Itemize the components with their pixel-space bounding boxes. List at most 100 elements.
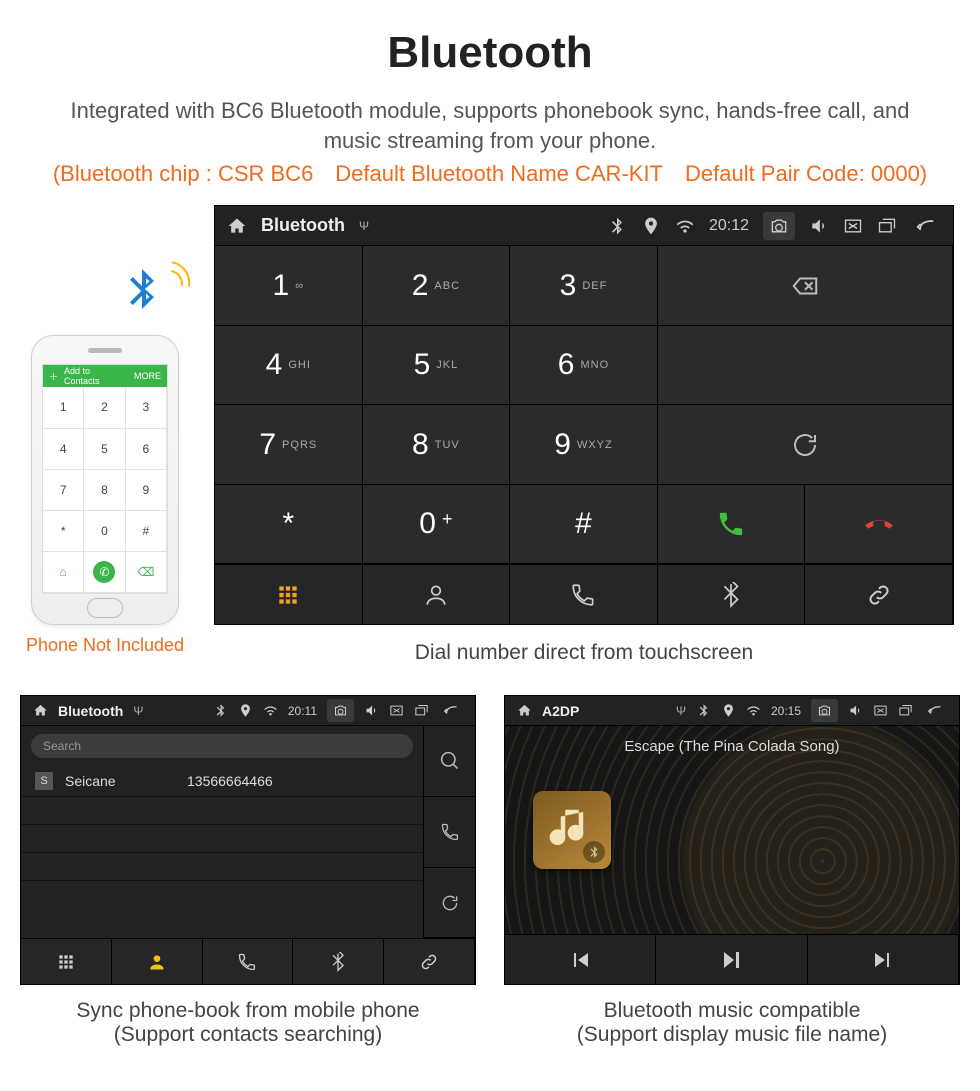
phonebook-statusbar: Bluetooth Ψ 20:11 [21,696,475,726]
tab-bluetooth[interactable] [658,565,806,624]
key-1[interactable]: 1∞ [215,246,363,326]
bluetooth-icon [118,265,182,329]
key-8[interactable]: 8TUV [363,405,511,485]
close-app-icon[interactable] [389,703,404,718]
key-6[interactable]: 6MNO [510,326,658,406]
tab-recent[interactable] [203,939,294,984]
close-app-icon[interactable] [843,216,863,236]
phone-call-icon: ✆ [93,561,115,583]
key-hash[interactable]: # [510,485,658,565]
contact-row-empty [21,825,423,853]
key-7[interactable]: 7PQRS [215,405,363,485]
track-title: Escape (The Pina Colada Song) [505,738,959,755]
contact-row-empty [21,797,423,825]
music-note-icon [533,791,611,869]
key-3[interactable]: 3DEF [510,246,658,326]
dialer-screen: Bluetooth Ψ 20:12 1∞ 2ABC 3DEF 4GHI [214,205,954,625]
volume-icon[interactable] [848,703,863,718]
dialer-title: Bluetooth [261,215,345,236]
page-subtitle: Integrated with BC6 Bluetooth module, su… [40,96,940,155]
side-call-button[interactable] [424,797,475,868]
tab-pair[interactable] [805,565,953,624]
backspace-button[interactable] [658,246,953,326]
next-track-button[interactable] [808,935,959,984]
tab-pair[interactable] [384,939,475,984]
location-icon [641,216,661,236]
recent-apps-icon[interactable] [877,216,897,236]
contact-row[interactable]: S Seicane 13566664466 [21,766,423,797]
phone-keypad: 123 456 789 *0# ⌂ ✆ ⌫ [43,387,167,593]
screenshot-icon[interactable] [769,216,789,236]
search-input[interactable]: Search [31,734,413,758]
recent-apps-icon[interactable] [414,703,429,718]
a2dp-title: A2DP [542,703,579,719]
phone-more-label: MORE [134,371,161,381]
volume-icon[interactable] [809,216,829,236]
location-icon [721,703,736,718]
phonebook-time: 20:11 [288,704,317,718]
contact-name: Seicane [65,773,175,789]
sync-button[interactable] [658,405,953,485]
hangup-button[interactable] [805,485,953,565]
key-5[interactable]: 5JKL [363,326,511,406]
back-icon[interactable] [911,216,941,236]
dialer-statusbar: Bluetooth Ψ 20:12 [215,206,953,246]
tab-bluetooth[interactable] [293,939,384,984]
tab-keypad[interactable] [215,565,363,624]
phonebook-caption: Sync phone-book from mobile phone (Suppo… [20,999,476,1047]
phone-caption: Phone Not Included [26,635,184,656]
dialer-tabs [215,564,953,624]
phone-add-contacts-label: ＋ [49,370,58,383]
screenshot-icon[interactable] [817,703,832,718]
phonebook-title: Bluetooth [58,703,123,719]
bluetooth-status-icon [607,216,627,236]
bluetooth-badge-icon [583,841,605,863]
a2dp-statusbar: A2DP Ψ 20:15 [505,696,959,726]
key-star[interactable]: * [215,485,363,565]
phone-column: ＋ Add to Contacts MORE 123 456 789 *0# ⌂… [20,265,190,656]
home-icon[interactable] [33,703,48,718]
usb-icon: Ψ [359,219,369,233]
tab-contacts[interactable] [112,939,203,984]
volume-icon[interactable] [364,703,379,718]
prev-track-button[interactable] [505,935,656,984]
phone-add-contacts-text: Add to Contacts [64,366,122,386]
close-app-icon[interactable] [873,703,888,718]
side-search-button[interactable] [424,726,475,797]
tab-contacts[interactable] [363,565,511,624]
home-icon[interactable] [517,703,532,718]
key-4[interactable]: 4GHI [215,326,363,406]
wifi-icon [675,216,695,236]
usb-icon: Ψ [676,704,686,718]
page-title: Bluetooth [0,0,980,78]
key-0[interactable]: 0+ [363,485,511,565]
tab-recent[interactable] [510,565,658,624]
a2dp-time: 20:15 [771,704,801,718]
contact-badge: S [35,772,53,790]
a2dp-caption: Bluetooth music compatible (Support disp… [504,999,960,1047]
back-icon[interactable] [923,703,947,718]
phone-mockup: ＋ Add to Contacts MORE 123 456 789 *0# ⌂… [31,335,179,625]
location-icon [238,703,253,718]
screenshot-icon[interactable] [333,703,348,718]
usb-icon: Ψ [133,704,143,718]
phonebook-screen: Bluetooth Ψ 20:11 Search S Seicane [20,695,476,985]
contact-row-empty [21,881,423,909]
contact-number: 13566664466 [187,773,273,789]
dialer-caption: Dial number direct from touchscreen [214,641,954,665]
bluetooth-status-icon [696,703,711,718]
play-pause-button[interactable] [656,935,807,984]
side-sync-button[interactable] [424,868,475,939]
call-button[interactable] [658,485,806,565]
wifi-icon [746,703,761,718]
recent-apps-icon[interactable] [898,703,913,718]
contact-row-empty [21,853,423,881]
key-9[interactable]: 9WXYZ [510,405,658,485]
bluetooth-status-icon [213,703,228,718]
tab-keypad[interactable] [21,939,112,984]
home-icon[interactable] [227,216,247,236]
a2dp-screen: A2DP Ψ 20:15 Escape (The Pina Colada Son… [504,695,960,985]
key-2[interactable]: 2ABC [363,246,511,326]
back-icon[interactable] [439,703,463,718]
dialer-time: 20:12 [709,217,749,235]
